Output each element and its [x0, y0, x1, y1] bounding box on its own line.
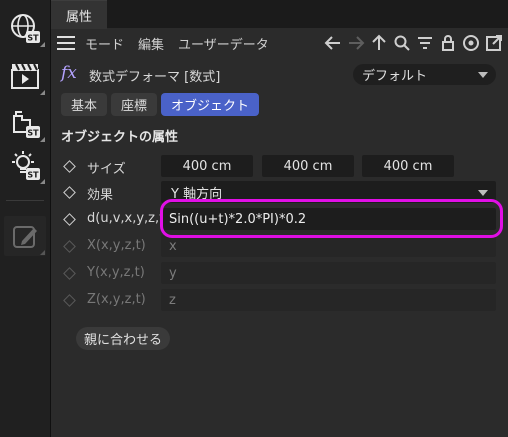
effect-value: Y 軸方向: [171, 186, 223, 202]
object-header: fx 数式デフォーマ [数式] デフォルト: [51, 60, 508, 88]
svg-text:ST: ST: [27, 34, 39, 43]
keyframe-diamond-icon: [63, 267, 76, 280]
tab-object[interactable]: オブジェクト: [161, 93, 260, 116]
globe-st-icon[interactable]: ST: [4, 8, 46, 48]
property-label: 効果: [87, 188, 114, 203]
left-toolbar: ST ST ST: [0, 0, 51, 437]
section-title: オブジェクトの属性: [61, 130, 179, 145]
property-y: Y(x,y,z,t) y: [51, 261, 508, 286]
filter-icon[interactable]: [415, 33, 435, 53]
preset-value: デフォルト: [362, 69, 428, 84]
arrow-right-icon[interactable]: [346, 33, 366, 53]
attributes-panel: 属性 モード 編集 ユーザーデータ fx 数式デフォーマ [数式] デフォルト …: [51, 0, 508, 437]
search-icon[interactable]: [392, 33, 412, 53]
chevron-down-icon: [478, 72, 488, 78]
menu-item-user-data[interactable]: ユーザーデータ: [178, 34, 269, 53]
d-formula-input[interactable]: Sin((u+t)*2.0*PI)*0.2: [161, 208, 496, 230]
keyframe-diamond-icon[interactable]: [63, 213, 76, 226]
size-x-field[interactable]: 400 cm: [161, 155, 253, 177]
menu-item-edit[interactable]: 編集: [138, 34, 164, 53]
property-label: d(u,v,x,y,z,t): [87, 211, 170, 226]
tab-attributes[interactable]: 属性: [51, 0, 107, 29]
svg-text:ST: ST: [27, 171, 39, 180]
chevron-down-icon: [478, 190, 488, 196]
attribute-tabs: 基本 座標 オブジェクト: [61, 93, 260, 116]
target-icon[interactable]: [461, 33, 481, 53]
property-label: Y(x,y,z,t): [87, 265, 145, 280]
property-size: サイズ 400 cm 400 cm 400 cm: [51, 154, 508, 179]
size-z-field[interactable]: 400 cm: [362, 155, 454, 177]
property-d: d(u,v,x,y,z,t) Sin((u+t)*2.0*PI)*0.2: [51, 207, 508, 232]
z-formula-input[interactable]: z: [161, 289, 496, 311]
svg-text:ST: ST: [27, 129, 39, 138]
property-label: Z(x,y,z,t): [87, 292, 146, 307]
y-formula-input[interactable]: y: [161, 262, 496, 284]
object-name: 数式デフォーマ [数式]: [89, 70, 221, 85]
keyframe-diamond-icon: [63, 240, 76, 253]
arrow-left-icon[interactable]: [323, 33, 343, 53]
tab-bar-empty: [107, 0, 508, 28]
tab-coordinates[interactable]: 座標: [111, 93, 158, 116]
property-label: X(x,y,z,t): [87, 238, 146, 253]
formula-deformer-icon: fx: [61, 63, 77, 83]
lock-icon[interactable]: [438, 33, 458, 53]
x-formula-input[interactable]: x: [161, 235, 496, 257]
property-effect: 効果 Y 軸方向: [51, 180, 508, 205]
property-label: サイズ: [87, 162, 126, 177]
edit-pencil-icon[interactable]: [4, 216, 46, 256]
size-y-field[interactable]: 400 cm: [262, 155, 354, 177]
keyframe-diamond-icon[interactable]: [63, 160, 76, 173]
open-external-icon[interactable]: [484, 33, 504, 53]
clapperboard-icon[interactable]: [4, 56, 46, 96]
nav-icons: [323, 33, 504, 53]
light-st-icon[interactable]: ST: [4, 145, 46, 185]
menu-bar: モード 編集 ユーザーデータ: [51, 28, 508, 58]
toolbar-separator: [6, 200, 44, 201]
menu-item-mode[interactable]: モード: [85, 34, 124, 53]
property-x: X(x,y,z,t) x: [51, 234, 508, 259]
arrow-up-icon[interactable]: [369, 33, 389, 53]
effect-dropdown[interactable]: Y 軸方向: [161, 181, 496, 203]
tab-basic[interactable]: 基本: [61, 93, 108, 116]
fit-to-parent-button[interactable]: 親に合わせる: [76, 327, 171, 350]
property-z: Z(x,y,z,t) z: [51, 288, 508, 313]
preset-dropdown[interactable]: デフォルト: [353, 64, 496, 85]
keyframe-diamond-icon: [63, 294, 76, 307]
hamburger-menu-icon[interactable]: [57, 36, 75, 50]
keyframe-diamond-icon[interactable]: [63, 186, 76, 199]
camera-st-icon[interactable]: ST: [4, 103, 46, 143]
